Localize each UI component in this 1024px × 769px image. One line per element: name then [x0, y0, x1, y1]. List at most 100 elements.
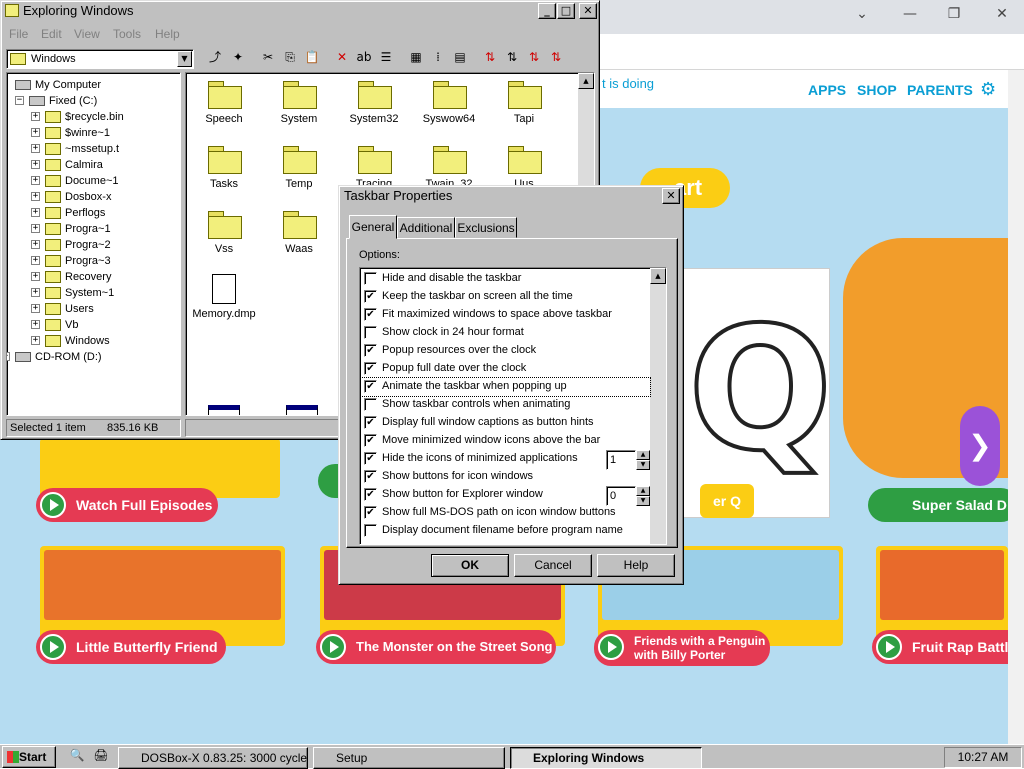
nav-parents[interactable]: PARENTS: [907, 82, 973, 98]
tree-item[interactable]: + Perflogs: [7, 205, 177, 221]
expand-toggle-icon[interactable]: +: [31, 176, 40, 185]
rename-icon[interactable]: ab: [353, 48, 375, 68]
options-scrollbar[interactable]: ▲: [650, 268, 666, 544]
large-icons-icon[interactable]: ▦: [405, 48, 427, 68]
file-item[interactable]: Vss: [186, 209, 262, 269]
tile-label-super-salad[interactable]: Super Salad D: [868, 488, 1018, 522]
tree-item[interactable]: + Dosbox-x: [7, 189, 177, 205]
menu-help[interactable]: Help: [155, 27, 180, 41]
start-button[interactable]: Start: [2, 746, 56, 768]
sort-type-icon[interactable]: ⇅: [501, 48, 523, 68]
sort-size-icon[interactable]: ⇅: [523, 48, 545, 68]
scroll-up-icon[interactable]: ▲: [578, 73, 594, 89]
folder-tree[interactable]: My Computer − Fixed (C:) + $recycle.bin + $win…: [6, 72, 181, 416]
expand-toggle-icon[interactable]: +: [31, 288, 40, 297]
dialog-titlebar[interactable]: Taskbar Properties ✕: [339, 186, 683, 206]
option-checkbox[interactable]: [364, 326, 377, 339]
location-dropdown[interactable]: Windows ▼: [6, 49, 194, 69]
file-item[interactable]: Tapi: [486, 79, 562, 139]
page-scrollbar[interactable]: [1008, 70, 1024, 745]
new-folder-icon[interactable]: ✦: [227, 48, 249, 68]
tile-label-monster-song[interactable]: The Monster on the Street Song: [316, 630, 556, 664]
ok-button[interactable]: OK: [431, 554, 509, 577]
tree-item[interactable]: + Progra~2: [7, 237, 177, 253]
file-item[interactable]: Memory.dmp: [186, 274, 262, 334]
expand-toggle-icon[interactable]: +: [31, 224, 40, 233]
sort-date-icon[interactable]: ⇅: [545, 48, 567, 68]
tree-item[interactable]: + $winre~1: [7, 125, 177, 141]
option-row[interactable]: ✔ Show buttons for icon windows: [360, 468, 650, 486]
expand-toggle-icon[interactable]: −: [15, 96, 24, 105]
file-item[interactable]: System32: [336, 79, 412, 139]
option-row[interactable]: Display document filename before program…: [360, 522, 650, 540]
explorer-quick-icon[interactable]: 🔍: [66, 746, 88, 766]
dialog-close-button[interactable]: ✕: [662, 188, 680, 204]
tab-search-icon[interactable]: ⌄: [850, 6, 874, 26]
option-checkbox[interactable]: ✔: [364, 362, 377, 375]
task-exploring-windows[interactable]: Exploring Windows: [510, 747, 702, 769]
tree-item[interactable]: + Progra~3: [7, 253, 177, 269]
option-row[interactable]: Hide and disable the taskbar: [360, 270, 650, 288]
printer-quick-icon[interactable]: 🖨: [90, 746, 112, 766]
tree-item[interactable]: + Recovery: [7, 269, 177, 285]
tree-item[interactable]: − Fixed (C:): [7, 93, 177, 109]
close-button[interactable]: ✕: [579, 3, 597, 19]
option-checkbox[interactable]: ✔: [364, 470, 377, 483]
tile-label-q[interactable]: er Q: [700, 484, 754, 518]
minimized-icon-count-spinner[interactable]: 1 ▲ ▼: [606, 450, 650, 470]
tile-label-watch-full-episodes[interactable]: Watch Full Episodes: [36, 488, 218, 522]
expand-toggle-icon[interactable]: +: [31, 128, 40, 137]
option-checkbox[interactable]: ✔: [364, 290, 377, 303]
file-item[interactable]: System: [261, 79, 337, 139]
delete-icon[interactable]: ✕: [331, 48, 353, 68]
file-item[interactable]: Syswow64: [411, 79, 487, 139]
option-row[interactable]: Show clock in 24 hour format: [360, 324, 650, 342]
option-checkbox[interactable]: ✔: [364, 344, 377, 357]
copy-icon[interactable]: ⎘: [279, 48, 301, 68]
spin-up-icon[interactable]: ▲: [636, 450, 650, 460]
expand-toggle-icon[interactable]: +: [31, 272, 40, 281]
carousel-next-button[interactable]: ❯: [960, 406, 1000, 486]
tree-item[interactable]: + CD-ROM (D:): [7, 349, 177, 365]
help-button[interactable]: Help: [597, 554, 675, 577]
spin-up-icon[interactable]: ▲: [636, 486, 650, 496]
menu-view[interactable]: View: [74, 27, 100, 41]
expand-toggle-icon[interactable]: +: [31, 160, 40, 169]
nav-apps[interactable]: APPS: [808, 82, 846, 98]
details-view-icon[interactable]: ▤: [449, 48, 471, 68]
spin-down-icon[interactable]: ▼: [636, 496, 650, 506]
option-row[interactable]: ✔ Move minimized window icons above the b…: [360, 432, 650, 450]
option-checkbox[interactable]: [364, 524, 377, 537]
tree-item[interactable]: + System~1: [7, 285, 177, 301]
expand-toggle-icon[interactable]: +: [31, 208, 40, 217]
option-row[interactable]: ✔ Popup full date over the clock: [360, 360, 650, 378]
option-checkbox[interactable]: [364, 272, 377, 285]
sort-name-icon[interactable]: ⇅: [479, 48, 501, 68]
tree-item[interactable]: + Progra~1: [7, 221, 177, 237]
expand-toggle-icon[interactable]: +: [31, 192, 40, 201]
tab-general[interactable]: General: [349, 215, 397, 239]
option-row[interactable]: ✔ Popup resources over the clock: [360, 342, 650, 360]
paste-icon[interactable]: 📋: [301, 48, 323, 68]
task-dosbox[interactable]: DOSBox-X 0.83.25: 3000 cycles/...: [118, 747, 308, 769]
option-row[interactable]: ✔ Fit maximized windows to space above ta…: [360, 306, 650, 324]
option-checkbox[interactable]: ✔: [364, 434, 377, 447]
option-checkbox[interactable]: ✔: [364, 380, 377, 393]
expand-toggle-icon[interactable]: +: [7, 352, 10, 361]
tab-exclusions[interactable]: Exclusions: [455, 217, 517, 238]
option-row[interactable]: ✔ Show full MS-DOS path on icon window bu…: [360, 504, 650, 522]
tree-item[interactable]: + Calmira: [7, 157, 177, 173]
spin-down-icon[interactable]: ▼: [636, 460, 650, 470]
file-item[interactable]: Speech: [186, 79, 262, 139]
tree-item[interactable]: My Computer: [7, 77, 177, 93]
settings-gear-icon[interactable]: ⚙: [980, 79, 996, 100]
nav-shop[interactable]: SHOP: [857, 82, 897, 98]
small-icons-icon[interactable]: ⁞: [427, 48, 449, 68]
tree-item[interactable]: + Docume~1: [7, 173, 177, 189]
maximize-button[interactable]: □: [557, 3, 575, 19]
expand-toggle-icon[interactable]: +: [31, 144, 40, 153]
scroll-up-icon[interactable]: ▲: [650, 268, 666, 284]
expand-toggle-icon[interactable]: +: [31, 256, 40, 265]
explorer-titlebar[interactable]: Exploring Windows _ □ ✕: [1, 1, 599, 21]
option-checkbox[interactable]: [364, 398, 377, 411]
